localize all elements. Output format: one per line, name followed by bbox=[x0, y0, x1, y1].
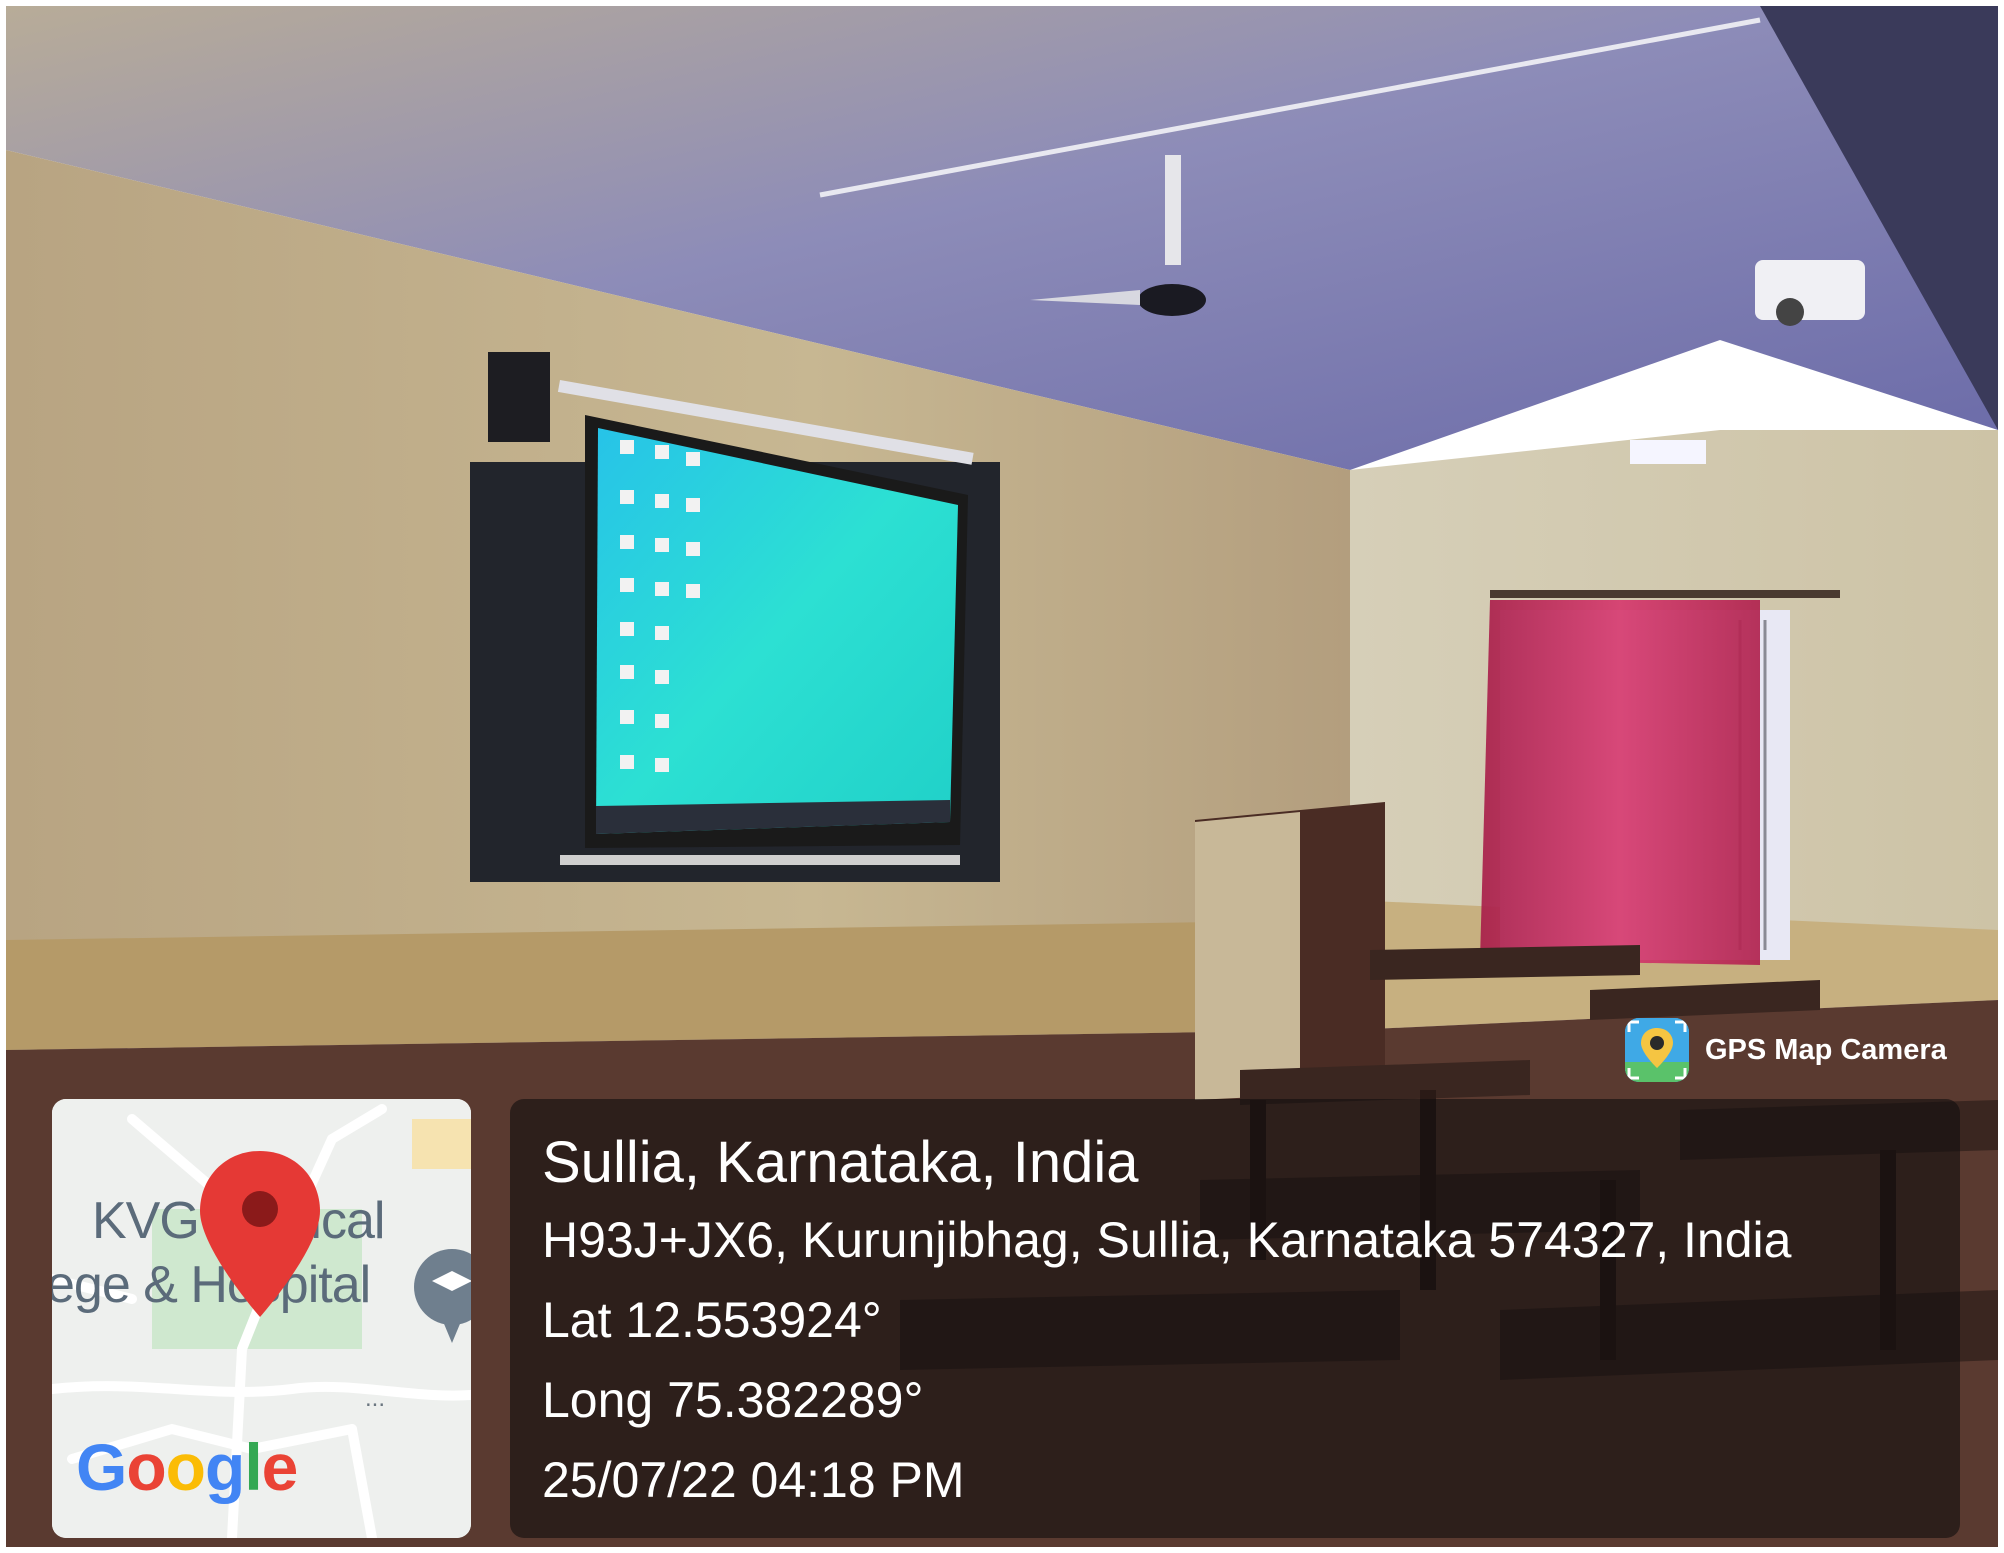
location-info-card: Sullia, Karnataka, India H93J+JX6, Kurun… bbox=[510, 1099, 1960, 1538]
app-watermark: GPS Map Camera bbox=[1625, 1017, 1947, 1083]
map-more-dots: ... bbox=[365, 1385, 386, 1412]
gps-map-camera-icon bbox=[1625, 1018, 1689, 1082]
timestamp-text: 25/07/22 04:18 PM bbox=[542, 1452, 965, 1508]
app-name-label: GPS Map Camera bbox=[1705, 1033, 1947, 1066]
longitude-text: Long 75.382289° bbox=[542, 1372, 924, 1428]
google-logo: Google bbox=[76, 1430, 298, 1504]
location-address: H93J+JX6, Kurunjibhag, Sullia, Karnataka… bbox=[542, 1212, 1792, 1268]
map-thumbnail[interactable]: KVG Medical ege & Hospital ... Google bbox=[52, 1099, 471, 1538]
location-title: Sullia, Karnataka, India bbox=[542, 1130, 1139, 1195]
latitude-text: Lat 12.553924° bbox=[542, 1292, 882, 1348]
